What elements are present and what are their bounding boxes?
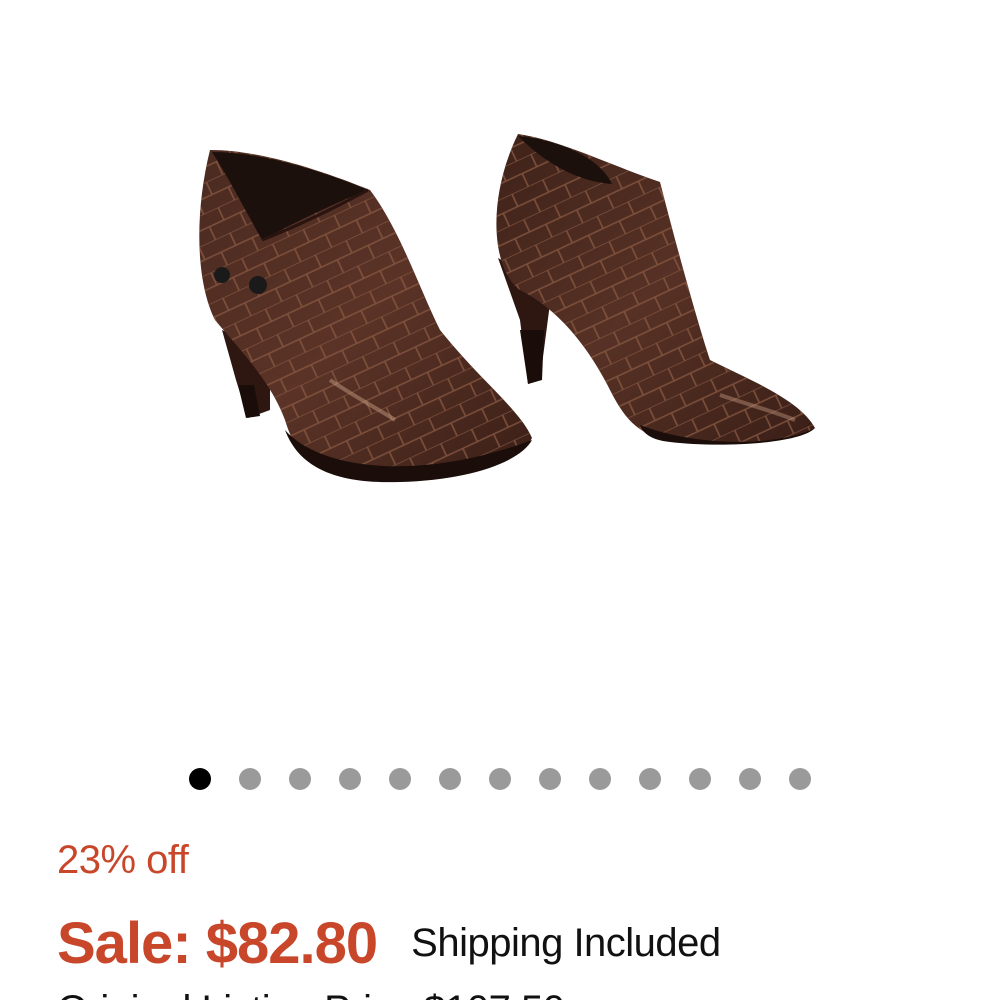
right-boot (496, 134, 815, 445)
carousel-dot[interactable] (739, 768, 761, 790)
image-carousel-dots (0, 766, 1000, 792)
carousel-dot[interactable] (289, 768, 311, 790)
carousel-dot[interactable] (589, 768, 611, 790)
price-row: Sale: $82.80 Shipping Included (57, 908, 721, 978)
discount-label: 23% off (57, 838, 189, 882)
carousel-dot[interactable] (489, 768, 511, 790)
original-price: Original Listing Price $107.50 (57, 988, 565, 1000)
shipping-label: Shipping Included (411, 920, 721, 965)
product-page: 23% off Sale: $82.80 Shipping Included O… (0, 0, 1000, 1000)
carousel-dot[interactable] (389, 768, 411, 790)
carousel-dot[interactable] (339, 768, 361, 790)
product-image[interactable] (0, 0, 1000, 740)
sale-price: Sale: $82.80 (57, 910, 378, 976)
carousel-dot-active[interactable] (189, 768, 211, 790)
carousel-dot[interactable] (689, 768, 711, 790)
carousel-dot[interactable] (239, 768, 261, 790)
carousel-dot[interactable] (789, 768, 811, 790)
carousel-dot[interactable] (439, 768, 461, 790)
left-boot (199, 150, 532, 483)
carousel-dot[interactable] (539, 768, 561, 790)
carousel-dot[interactable] (639, 768, 661, 790)
